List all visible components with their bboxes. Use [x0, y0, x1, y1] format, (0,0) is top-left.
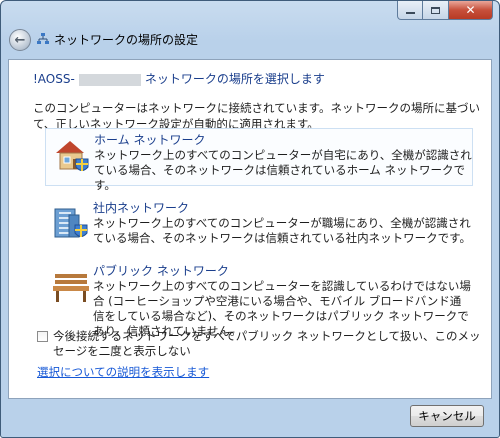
title-bar: ✕ ← ネットワークの場所の設定 [1, 1, 499, 59]
help-link[interactable]: 選択についての説明を表示します [37, 364, 209, 380]
checkbox-label: 今後接続するネットワークをすべてパブリック ネットワークとして扱い、このメッセー… [53, 329, 481, 358]
back-button[interactable]: ← [9, 29, 31, 51]
page-heading: !AOSS- ネットワークの場所を選択します [33, 70, 325, 87]
dialog-window: ✕ ← ネットワークの場所の設定 !AOSS- ネットワークの場所を選択します こ… [0, 0, 500, 438]
option-description: ネットワーク上のすべてのコンピューターが職場にあり、全機が認識されている場合、そ… [93, 216, 472, 245]
close-icon: ✕ [465, 3, 476, 17]
treat-all-public-checkbox[interactable] [37, 331, 48, 342]
heading-text: ネットワークの場所を選択します [144, 72, 325, 86]
option-title: ホーム ネットワーク [94, 133, 206, 147]
dialog-content: !AOSS- ネットワークの場所を選択します このコンピューターはネットワークに接… [8, 59, 492, 399]
public-network-icon [53, 274, 89, 302]
option-work-network[interactable]: 社内ネットワーク ネットワーク上のすべてのコンピューターが職場にあり、全機が認識… [45, 197, 473, 255]
dialog-footer: キャンセル [8, 399, 492, 431]
minimize-button[interactable] [397, 1, 423, 20]
minimize-icon [405, 12, 415, 14]
option-home-network[interactable]: ホーム ネットワーク ネットワーク上のすべてのコンピューターが自宅にあり、全機が… [45, 128, 473, 192]
redacted-network-name [78, 73, 141, 86]
window-controls: ✕ [397, 1, 493, 21]
option-public-network[interactable]: パブリック ネットワーク ネットワーク上のすべてのコンピューターを認識しているわ… [45, 260, 473, 338]
back-arrow-icon: ← [14, 32, 26, 48]
close-button[interactable]: ✕ [449, 1, 493, 20]
option-title: パブリック ネットワーク [93, 264, 229, 278]
cancel-button[interactable]: キャンセル [410, 405, 484, 427]
work-network-icon [54, 208, 88, 238]
window-title: ネットワークの場所の設定 [54, 33, 199, 47]
home-network-icon [56, 141, 89, 171]
network-icon [37, 33, 49, 44]
option-title: 社内ネットワーク [93, 201, 190, 215]
maximize-icon [431, 6, 440, 14]
option-description: ネットワーク上のすべてのコンピューターが自宅にあり、全機が認識されている場合、そ… [94, 148, 472, 192]
maximize-button[interactable] [423, 1, 449, 20]
heading-network-prefix: !AOSS- [33, 72, 75, 86]
